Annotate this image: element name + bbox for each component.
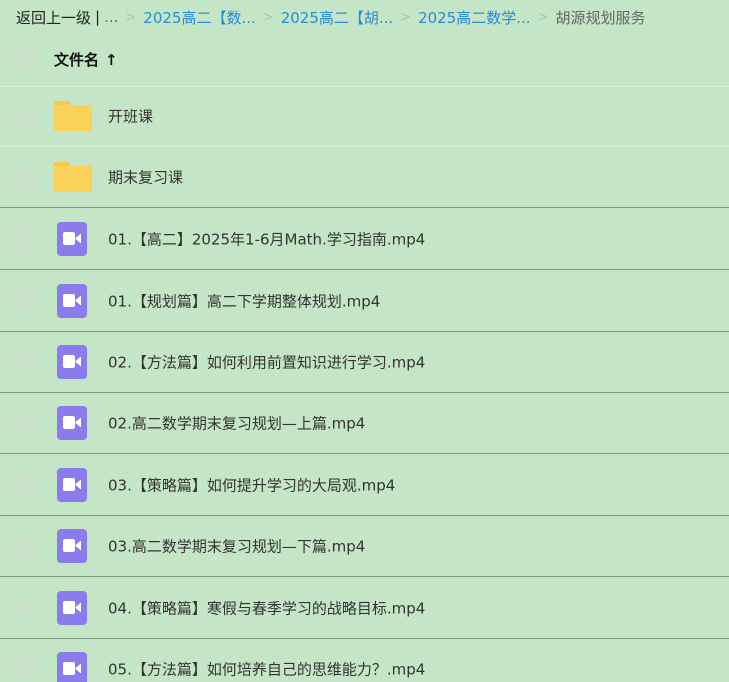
breadcrumb-link[interactable]: 2025高二【数... xyxy=(143,7,255,28)
file-name[interactable]: 01.【高二】2025年1-6月Math.学习指南.mp4 xyxy=(108,228,425,249)
row-checkbox[interactable] xyxy=(18,598,37,618)
row-checkbox[interactable] xyxy=(18,168,37,187)
breadcrumb-current: 胡源规划服务 xyxy=(555,8,646,27)
breadcrumb-link[interactable]: 2025高二数学... xyxy=(418,7,530,28)
select-all-checkbox[interactable] xyxy=(18,51,37,70)
row-checkbox[interactable] xyxy=(18,475,37,495)
file-name[interactable]: 03.高二数学期末复习规划—下篇.mp4 xyxy=(108,536,365,557)
file-row[interactable]: 01.【规划篇】高二下学期整体规划.mp4 xyxy=(0,270,729,332)
video-file-icon xyxy=(57,652,87,682)
file-name[interactable]: 05.【方法篇】如何培养自己的思维能力？.mp4 xyxy=(108,659,425,680)
row-checkbox[interactable] xyxy=(18,414,37,433)
sort-ascending-icon[interactable]: ↑ xyxy=(105,51,118,69)
video-file-icon xyxy=(57,529,87,563)
file-row[interactable]: 03.【策略篇】如何提升学习的大局观.mp4 xyxy=(0,454,729,516)
file-name[interactable]: 02.高二数学期末复习规划—上篇.mp4 xyxy=(108,413,365,434)
file-browser: 返回上一级 | ... > 2025高二【数... > 2025高二【胡... … xyxy=(0,0,729,682)
breadcrumb-ellipsis[interactable]: ... xyxy=(104,8,118,26)
column-title: 文件名 xyxy=(54,51,100,69)
row-checkbox[interactable] xyxy=(18,353,37,372)
video-file-icon xyxy=(57,345,87,379)
folder-icon xyxy=(54,162,92,192)
file-row[interactable]: 02.【方法篇】如何利用前置知识进行学习.mp4 xyxy=(0,332,729,393)
file-row[interactable]: 开班课 xyxy=(0,86,729,147)
breadcrumb: 返回上一级 | ... > 2025高二【数... > 2025高二【胡... … xyxy=(16,0,729,34)
chevron-right-icon: > xyxy=(400,9,412,25)
folder-icon xyxy=(54,101,92,131)
chevron-right-icon: > xyxy=(125,9,137,25)
file-name[interactable]: 期末复习课 xyxy=(108,167,183,188)
file-row[interactable]: 05.【方法篇】如何培养自己的思维能力？.mp4 xyxy=(0,639,729,682)
file-list-header: 文件名 ↑ xyxy=(0,34,729,87)
file-name[interactable]: 02.【方法篇】如何利用前置知识进行学习.mp4 xyxy=(108,352,425,373)
row-checkbox[interactable] xyxy=(18,229,37,249)
video-file-icon xyxy=(57,467,87,502)
video-file-icon xyxy=(57,406,87,440)
breadcrumb-separator: | xyxy=(95,8,101,26)
file-name[interactable]: 04.【策略篇】寒假与春季学习的战略目标.mp4 xyxy=(108,597,425,618)
file-row[interactable]: 04.【策略篇】寒假与春季学习的战略目标.mp4 xyxy=(0,577,729,639)
file-row[interactable]: 03.高二数学期末复习规划—下篇.mp4 xyxy=(0,516,729,577)
breadcrumb-link[interactable]: 2025高二【胡... xyxy=(281,7,393,28)
row-checkbox[interactable] xyxy=(18,291,37,311)
chevron-right-icon: > xyxy=(537,9,549,25)
video-file-icon xyxy=(57,590,87,625)
file-name[interactable]: 01.【规划篇】高二下学期整体规划.mp4 xyxy=(108,290,380,311)
file-name[interactable]: 开班课 xyxy=(108,106,153,127)
row-checkbox[interactable] xyxy=(18,107,37,126)
video-file-icon xyxy=(57,283,87,318)
filename-column-header[interactable]: 文件名 ↑ xyxy=(54,49,118,70)
back-link[interactable]: 返回上一级 xyxy=(16,7,91,28)
file-row[interactable]: 期末复习课 xyxy=(0,147,729,208)
chevron-right-icon: > xyxy=(262,9,274,25)
video-file-icon xyxy=(57,221,87,256)
row-checkbox[interactable] xyxy=(18,537,37,556)
row-checkbox[interactable] xyxy=(18,660,37,679)
file-row[interactable]: 02.高二数学期末复习规划—上篇.mp4 xyxy=(0,393,729,454)
file-name[interactable]: 03.【策略篇】如何提升学习的大局观.mp4 xyxy=(108,474,395,495)
file-row[interactable]: 01.【高二】2025年1-6月Math.学习指南.mp4 xyxy=(0,208,729,270)
